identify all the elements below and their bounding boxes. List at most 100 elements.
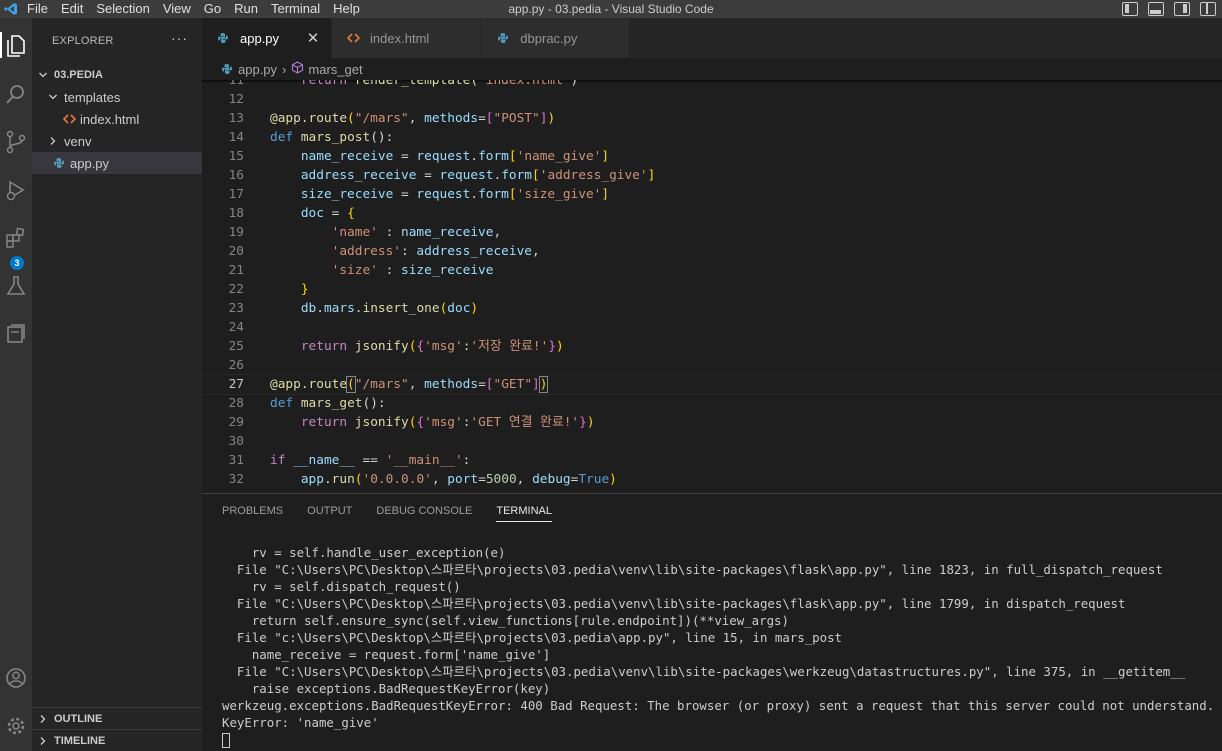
code-token: [ <box>508 149 517 164</box>
remote-explorer-icon[interactable] <box>0 318 32 350</box>
code-line: 13 @app.route("/mars", methods=["POST"]) <box>202 109 1222 128</box>
extensions-icon[interactable] <box>0 222 32 254</box>
code-token: , <box>493 225 502 240</box>
account-icon[interactable] <box>0 662 32 694</box>
code-text: return jsonify({'msg':'GET 연결 완료!'}) <box>270 413 595 432</box>
vscode-logo-icon <box>0 0 22 18</box>
menu-help[interactable]: Help <box>328 0 368 18</box>
code-line: 24 <box>202 318 1222 337</box>
code-token: "/mars" <box>354 377 409 392</box>
code-token: 5000 <box>485 472 517 487</box>
code-line: 11 return render_template('index.html') <box>202 80 1222 90</box>
tree-item-label: index.html <box>80 111 140 127</box>
activity-bar: 3 <box>0 18 32 751</box>
close-icon[interactable]: ✕ <box>305 29 321 47</box>
chevron-right-icon <box>36 712 50 726</box>
code-line: 16 address_receive = request.form['addre… <box>202 166 1222 185</box>
toggle-panel-icon[interactable] <box>1148 2 1164 16</box>
run-debug-icon[interactable] <box>0 174 32 206</box>
code-token: , <box>431 472 448 487</box>
customize-layout-icon[interactable] <box>1200 2 1216 16</box>
terminal-line: return self.ensure_sync(self.view_functi… <box>222 613 789 628</box>
line-number: 13 <box>228 111 244 126</box>
toggle-secondary-sidebar-icon[interactable] <box>1174 2 1190 16</box>
panel-tab-output[interactable]: OUTPUT <box>307 494 352 528</box>
menu-selection[interactable]: Selection <box>91 0 157 18</box>
panel-tab-debug-console[interactable]: DEBUG CONSOLE <box>376 494 472 528</box>
code-token: [ <box>485 111 494 126</box>
tab-index-html[interactable]: index.html <box>332 18 483 58</box>
tab-app-py[interactable]: app.py ✕ <box>202 18 333 58</box>
tab-label: dbprac.py <box>520 30 578 46</box>
code-line: 20 'address': address_receive, <box>202 242 1222 261</box>
editor-tab-bar: app.py ✕ index.html dbprac.py <box>202 18 1222 58</box>
chevron-right-icon <box>36 734 50 748</box>
terminal-line: File "C:\Users\PC\Desktop\스파르타\projects\… <box>222 664 1186 679</box>
menu-terminal[interactable]: Terminal <box>266 0 328 18</box>
code-token: = <box>478 111 486 126</box>
code-token: ) <box>609 472 617 487</box>
more-actions-icon[interactable]: ··· <box>171 31 188 45</box>
tab-dbprac-py[interactable]: dbprac.py <box>482 18 631 58</box>
testing-flask-icon[interactable] <box>0 270 32 302</box>
code-text: return jsonify({'msg':'저장 완료!'}) <box>270 337 564 356</box>
code-token: . <box>354 301 363 316</box>
code-token: 'msg' <box>424 339 463 354</box>
source-control-icon[interactable] <box>0 126 32 158</box>
explorer-header: EXPLORER ··· <box>32 18 202 64</box>
code-editor[interactable]: 11 return render_template('index.html') 1… <box>202 80 1222 493</box>
code-token: : <box>377 225 401 240</box>
menu-run[interactable]: Run <box>229 0 266 18</box>
breadcrumb-symbol[interactable]: mars_get <box>308 62 362 77</box>
toggle-primary-sidebar-icon[interactable] <box>1122 2 1138 16</box>
settings-gear-icon[interactable] <box>0 710 32 742</box>
terminal-output[interactable]: rv = self.handle_user_exception(e) File … <box>222 544 1215 748</box>
code-token: = <box>478 377 486 392</box>
search-icon[interactable] <box>0 78 32 110</box>
terminal-line: werkzeug.exceptions.BadRequestKeyError: … <box>222 698 1215 713</box>
code-line: 30 <box>202 432 1222 451</box>
code-token: request <box>416 149 471 164</box>
code-token: form <box>478 149 509 164</box>
terminal-cursor[interactable] <box>222 733 230 748</box>
line-number: 15 <box>228 149 244 164</box>
tree-item-index-html[interactable]: index.html <box>32 108 202 130</box>
code-line: 23 db.mars.insert_one(doc) <box>202 299 1222 318</box>
terminal-prompt-line <box>222 731 1212 748</box>
menu-file[interactable]: File <box>22 0 56 18</box>
code-token: return <box>300 339 348 354</box>
code-line: 26 <box>202 356 1222 375</box>
code-token: ( <box>346 376 356 393</box>
tree-item-venv[interactable]: venv <box>32 130 202 152</box>
line-number: 25 <box>228 339 244 354</box>
workspace-root[interactable]: 03.PEDIA <box>32 64 202 86</box>
code-text: doc = { <box>270 204 355 223</box>
explorer-icon[interactable] <box>0 30 32 62</box>
menu-go[interactable]: Go <box>199 0 229 18</box>
menu-view[interactable]: View <box>158 0 199 18</box>
code-line: 21 'size' : size_receive <box>202 261 1222 280</box>
panel-tab-terminal[interactable]: TERMINAL <box>496 494 552 528</box>
code-token: methods <box>424 377 479 392</box>
code-token: 'size' <box>331 263 378 278</box>
code-token: 'index.html' <box>478 80 571 88</box>
code-text: return render_template('index.html') <box>270 80 578 90</box>
code-text: 'address': address_receive, <box>270 242 540 261</box>
code-token: ) <box>547 111 556 126</box>
python-file-icon <box>496 32 510 44</box>
code-token: name_receive <box>300 149 394 164</box>
tree-item-app-py[interactable]: app.py <box>32 152 202 174</box>
timeline-section[interactable]: TIMELINE <box>32 729 202 751</box>
breadcrumb-file[interactable]: app.py <box>238 62 277 77</box>
panel-tab-problems[interactable]: PROBLEMS <box>222 494 283 528</box>
code-token: 'name_give' <box>516 149 602 164</box>
menu-edit[interactable]: Edit <box>56 0 91 18</box>
code-token: . <box>470 149 479 164</box>
outline-section[interactable]: OUTLINE <box>32 707 202 729</box>
html-file-icon <box>62 113 76 125</box>
tree-item-templates[interactable]: templates <box>32 86 202 108</box>
outline-label: OUTLINE <box>54 712 103 725</box>
